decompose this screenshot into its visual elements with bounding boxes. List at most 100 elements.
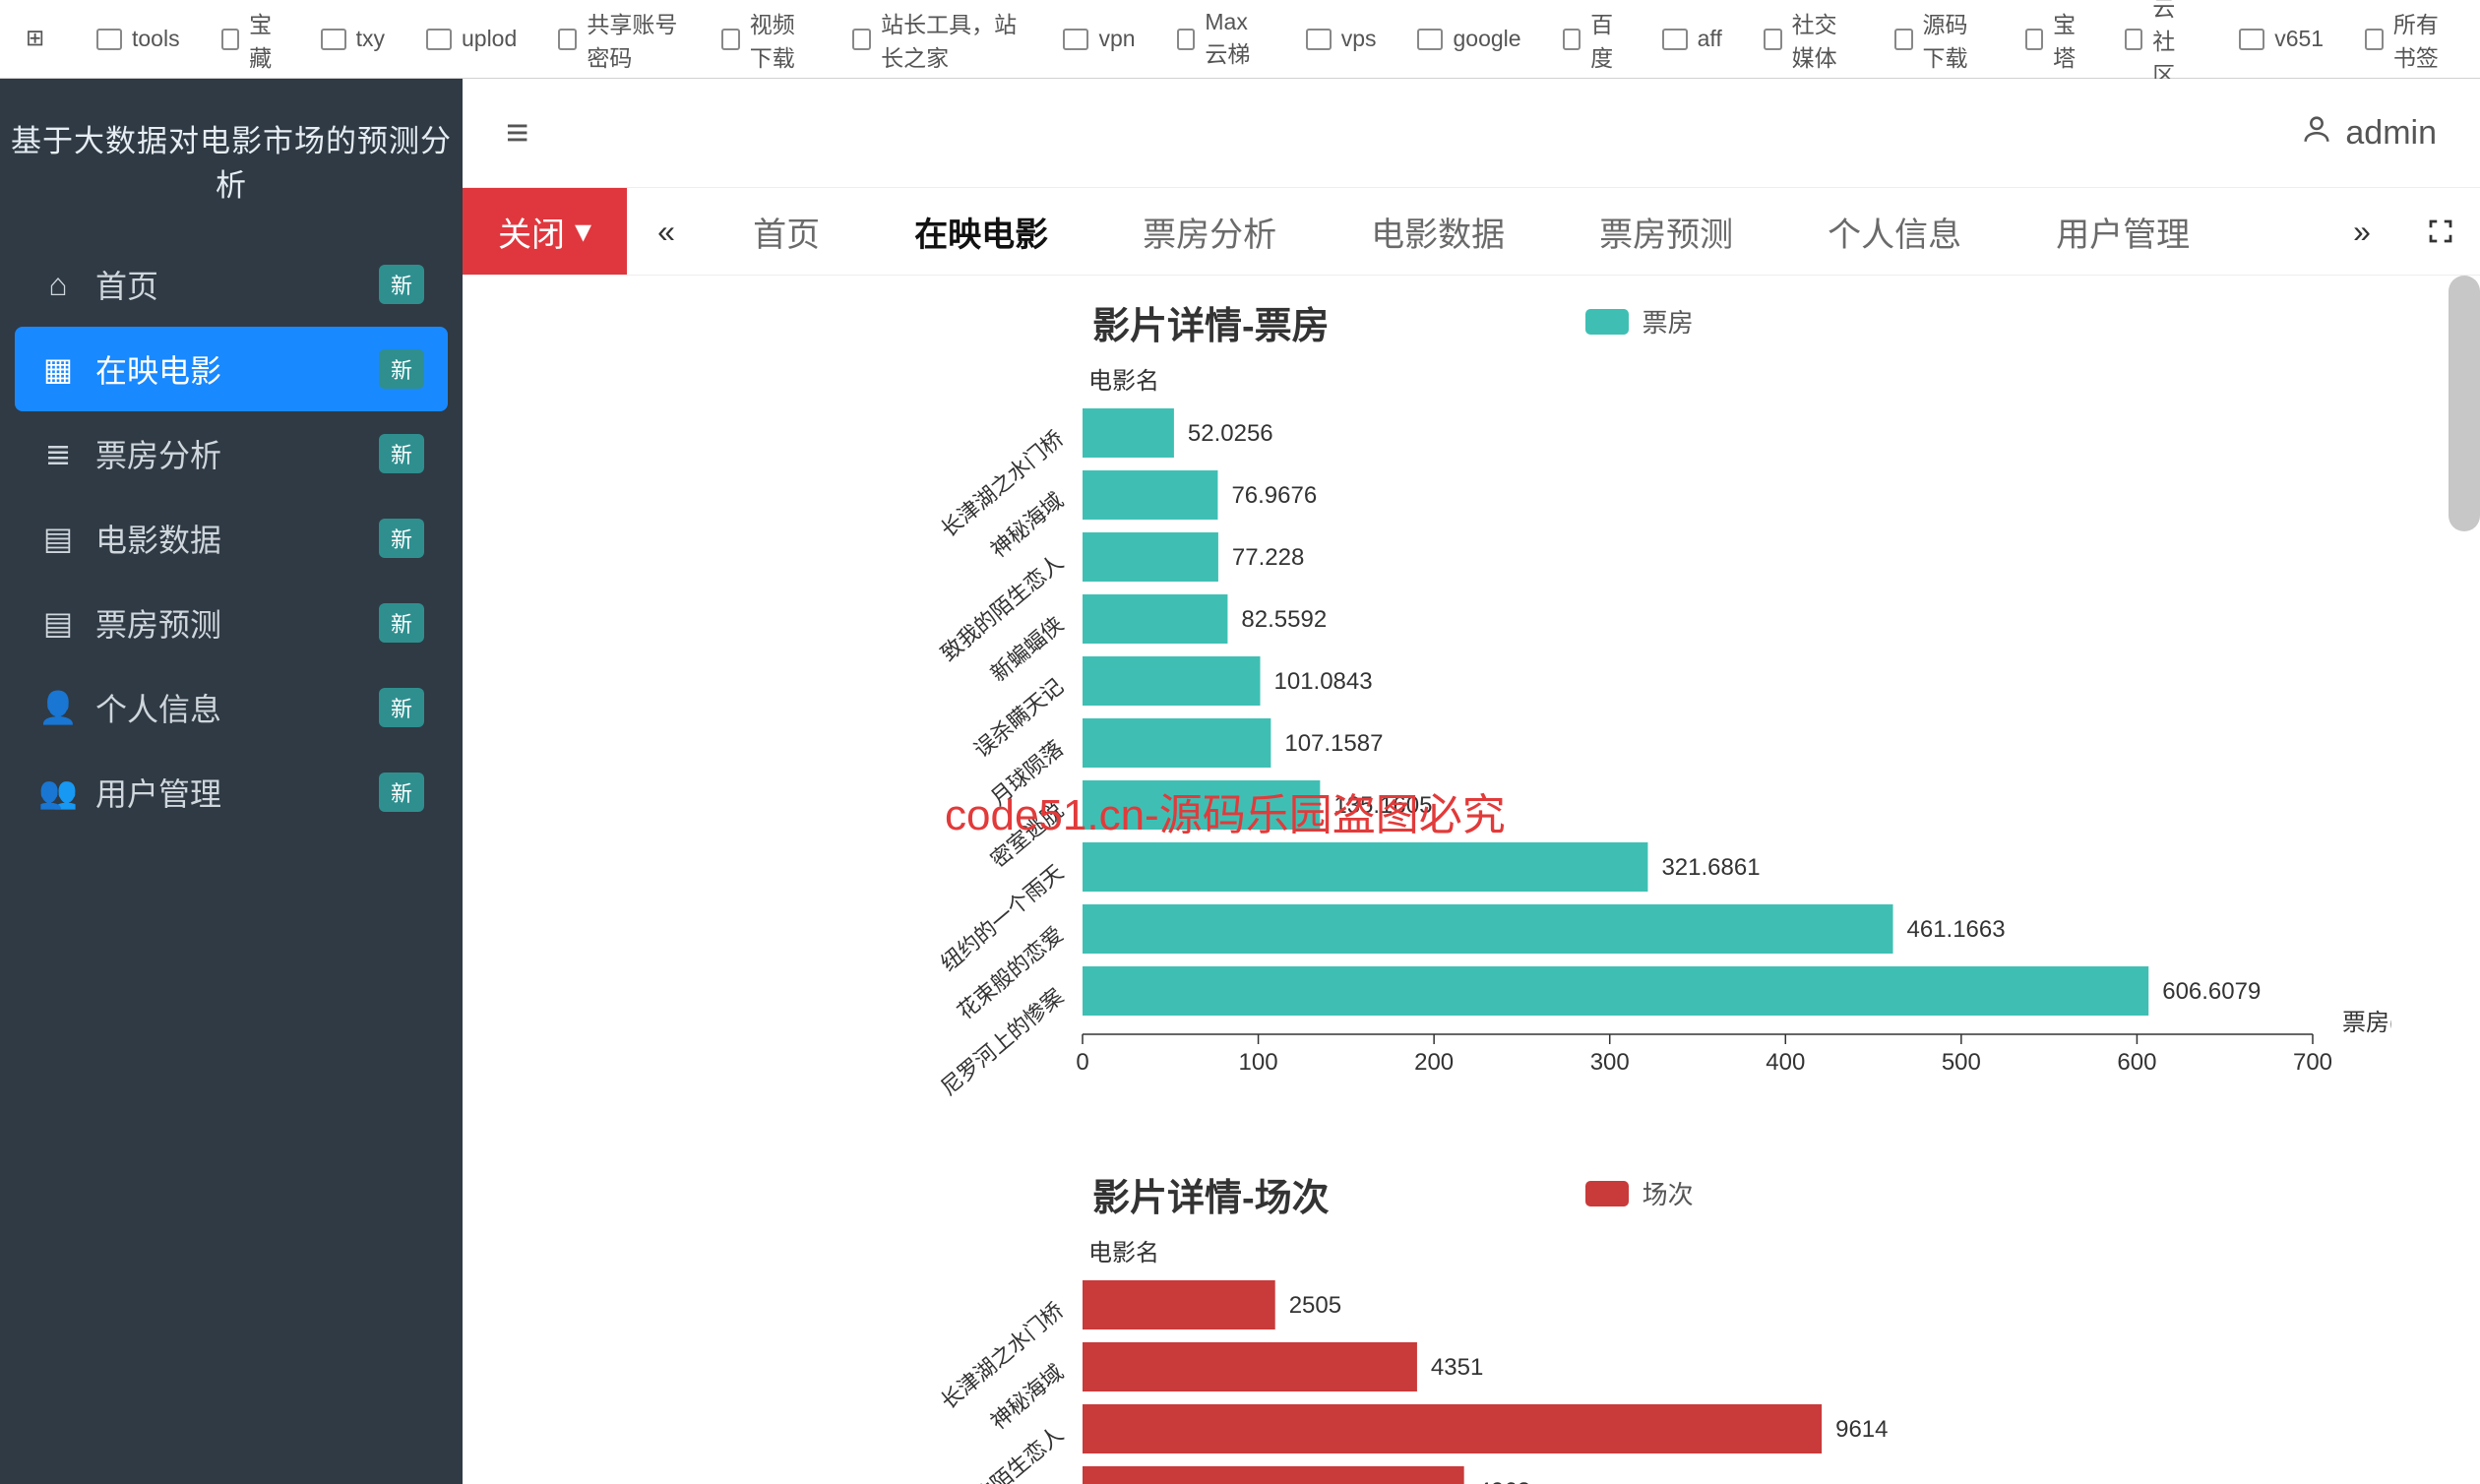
svg-text:700: 700: [2293, 1049, 2332, 1076]
bookmark-item[interactable]: 宝塔: [2025, 6, 2083, 73]
svg-text:纽约的一个雨天: 纽约的一个雨天: [936, 860, 1068, 976]
user-menu[interactable]: admin: [2300, 112, 2437, 155]
folder-icon: [2365, 29, 2384, 50]
chart1-legend: 票房: [1585, 303, 1694, 340]
user-name: admin: [2345, 114, 2437, 153]
folder-icon: [96, 29, 122, 50]
bar: [1083, 532, 1218, 582]
bookmark-item[interactable]: 站长工具，站长之家: [852, 6, 1023, 73]
bookmark-item[interactable]: uplod: [426, 26, 517, 52]
bookmark-label: 源码下载: [1923, 6, 1984, 73]
sidebar-item-6[interactable]: 👥用户管理新: [15, 750, 448, 835]
new-badge: 新: [379, 519, 424, 558]
new-badge: 新: [379, 603, 424, 643]
chart1-svg: 电影名52.0256长津湖之水门桥76.9676神秘海域77.228致我的陌生恋…: [522, 355, 2391, 1103]
sidebar-title: 基于大数据对电影市场的预测分析: [0, 79, 463, 242]
new-badge: 新: [379, 349, 424, 389]
menu-label: 用户管理: [95, 770, 221, 815]
svg-text:电影名: 电影名: [1088, 368, 1159, 395]
folder-icon: [852, 29, 871, 50]
bookmark-item[interactable]: aff: [1662, 26, 1722, 52]
folder-icon: [1894, 29, 1913, 50]
tab-1[interactable]: 在映电影: [867, 208, 1095, 256]
bookmark-item[interactable]: 社交媒体: [1764, 6, 1853, 73]
tab-0[interactable]: 首页: [706, 208, 867, 256]
bookmark-label: 视频下载: [750, 6, 811, 73]
sidebar-item-1[interactable]: ▦在映电影新: [15, 327, 448, 411]
sidebar-item-4[interactable]: ▤票房预测新: [15, 581, 448, 665]
bookmark-label: 云社区: [2152, 0, 2198, 90]
bookmark-label: 社交媒体: [1792, 6, 1853, 73]
bookmark-label: v651: [2274, 26, 2324, 52]
bookmark-item[interactable]: 宝藏: [221, 6, 279, 73]
svg-text:461.1663: 461.1663: [1907, 916, 2006, 943]
tab-3[interactable]: 电影数据: [1324, 208, 1552, 256]
bookmark-label: vps: [1341, 26, 1377, 52]
bookmark-item[interactable]: v651: [2239, 26, 2324, 52]
sidebar-item-0[interactable]: ⌂首页新: [15, 242, 448, 327]
tab-strip: 关闭 ▾ « 首页在映电影票房分析电影数据票房预测个人信息用户管理 »: [463, 187, 2480, 276]
close-tabs-button[interactable]: 关闭 ▾: [463, 188, 627, 275]
svg-text:电影名: 电影名: [1088, 1240, 1159, 1267]
tab-2[interactable]: 票房分析: [1095, 208, 1324, 256]
folder-icon: [2239, 29, 2264, 50]
bookmark-item[interactable]: vpn: [1063, 26, 1135, 52]
bookmark-item[interactable]: 源码下载: [1894, 6, 1984, 73]
hamburger-icon[interactable]: ≡: [506, 111, 528, 155]
bookmark-label: Max云梯: [1205, 9, 1264, 69]
bookmark-item[interactable]: 共享账号密码: [558, 6, 680, 73]
svg-text:长津湖之水门桥: 长津湖之水门桥: [936, 1298, 1068, 1414]
new-badge: 新: [379, 773, 424, 812]
new-badge: 新: [379, 434, 424, 473]
bookmark-item[interactable]: google: [1417, 26, 1520, 52]
bookmark-item[interactable]: tools: [96, 26, 180, 52]
bookmark-item[interactable]: 百度: [1563, 6, 1621, 73]
bookmark-item[interactable]: Max云梯: [1177, 9, 1265, 69]
svg-text:135.1605: 135.1605: [1333, 792, 1432, 819]
tab-5[interactable]: 个人信息: [1780, 208, 2009, 256]
bookmark-label: aff: [1698, 26, 1722, 52]
bookmark-label: txy: [356, 26, 385, 52]
chart2-legend: 场次: [1585, 1175, 1694, 1211]
tabs-scroll-left[interactable]: «: [627, 188, 706, 275]
folder-icon: [1563, 29, 1581, 50]
tabs-scroll-right[interactable]: »: [2323, 188, 2401, 275]
bar: [1083, 1404, 1822, 1453]
chart1-legend-label: 票房: [1643, 303, 1694, 340]
svg-text:500: 500: [1942, 1049, 1981, 1076]
vertical-scrollbar[interactable]: [2449, 276, 2480, 1484]
chart-sessions: 影片详情-场次 场次 电影名2505长津湖之水门桥4351神秘海域9614致我的…: [522, 1167, 2421, 1484]
bookmark-apps[interactable]: ⊞: [26, 25, 55, 54]
bar: [1083, 1342, 1417, 1391]
bookmark-item[interactable]: txy: [321, 26, 385, 52]
bookmark-label: 共享账号密码: [587, 6, 680, 73]
bookmark-label: uplod: [462, 26, 517, 52]
sidebar-item-3[interactable]: ▤电影数据新: [15, 496, 448, 581]
fullscreen-button[interactable]: [2401, 188, 2480, 275]
tab-4[interactable]: 票房预测: [1552, 208, 1780, 256]
bookmark-label: google: [1453, 26, 1520, 52]
scroll-thumb[interactable]: [2449, 276, 2480, 531]
svg-text:票房(万): 票房(万): [2342, 1010, 2391, 1036]
bookmark-item[interactable]: vps: [1306, 26, 1377, 52]
menu-icon: 👤: [38, 688, 78, 727]
bookmark-label: vpn: [1098, 26, 1135, 52]
folder-icon: [1662, 29, 1688, 50]
sidebar-item-5[interactable]: 👤个人信息新: [15, 665, 448, 750]
folder-icon: [2025, 29, 2044, 50]
folder-icon: [1306, 29, 1332, 50]
sidebar-item-2[interactable]: ≣票房分析新: [15, 411, 448, 496]
svg-text:321.6861: 321.6861: [1661, 854, 1760, 881]
menu-icon: ▤: [38, 603, 78, 643]
bookmark-item[interactable]: 云社区: [2125, 0, 2199, 90]
svg-text:200: 200: [1414, 1049, 1454, 1076]
menu-label: 个人信息: [95, 685, 221, 730]
charts-area: code51.cn-源码乐园盗图必究 影片详情-票房 票房 电影名52.0256…: [463, 276, 2480, 1484]
bookmark-item[interactable]: 视频下载: [721, 6, 811, 73]
legend-swatch-2: [1585, 1181, 1629, 1206]
svg-text:76.9676: 76.9676: [1231, 482, 1317, 509]
bookmark-item[interactable]: 所有书签: [2365, 6, 2454, 73]
caret-down-icon: ▾: [575, 212, 591, 251]
folder-icon: [721, 29, 740, 50]
tab-6[interactable]: 用户管理: [2009, 208, 2237, 256]
